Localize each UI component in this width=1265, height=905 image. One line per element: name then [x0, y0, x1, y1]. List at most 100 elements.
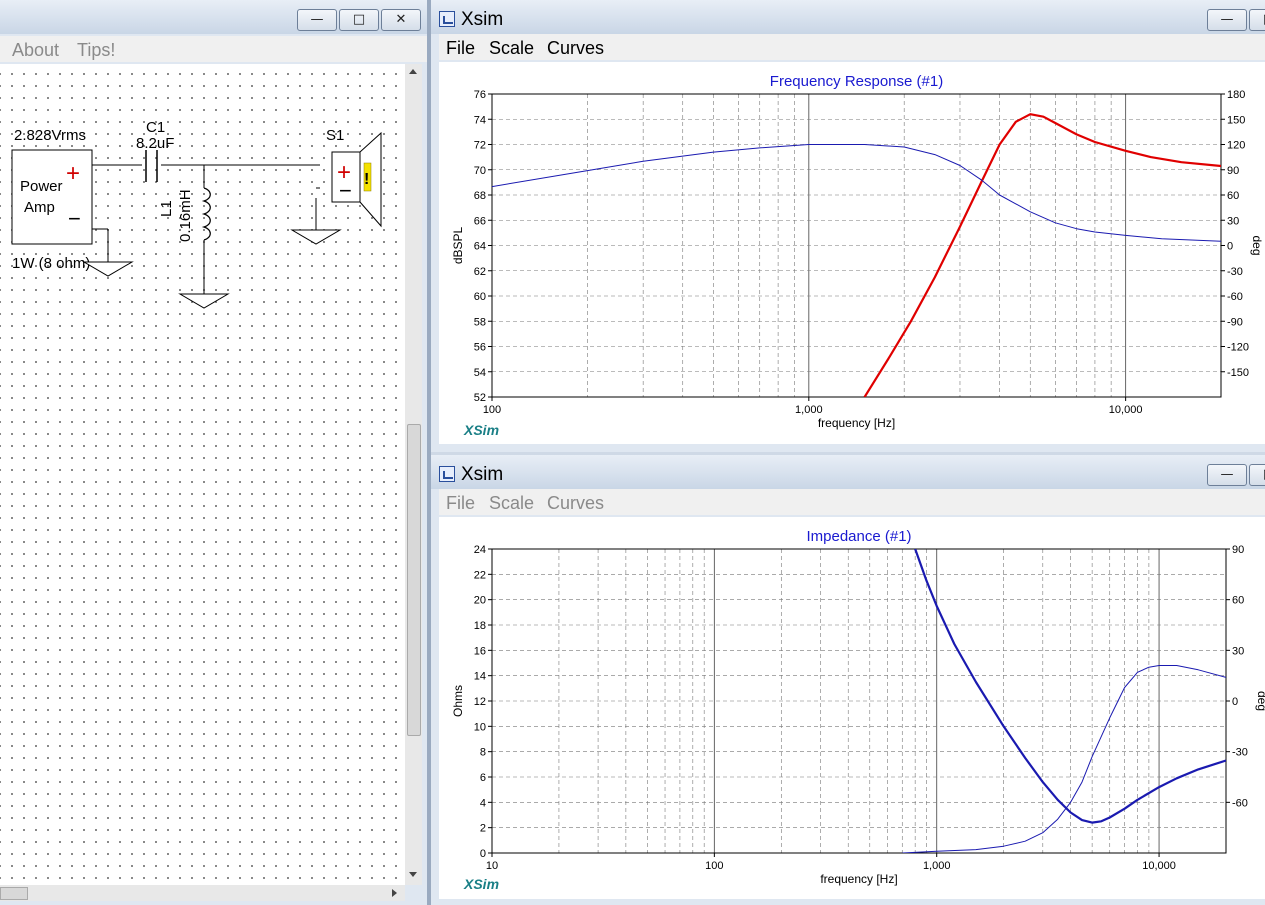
impedance-chart[interactable]: Impedance (#1)024681012141618202224-60-3… [439, 517, 1265, 899]
h-scroll-thumb[interactable] [0, 887, 28, 900]
impedance-menubar: File Scale Curves [439, 489, 1265, 515]
maximize-button[interactable]: □ [1249, 9, 1265, 31]
scroll-down-arrow[interactable] [409, 872, 417, 877]
y-tick-label: 76 [474, 89, 486, 101]
horizontal-scrollbar[interactable] [0, 885, 405, 901]
y2-tick-label: -90 [1227, 316, 1243, 328]
frequency-chart[interactable]: Frequency Response (#1) 52 54 56 58 60 62 64 66 6… [439, 62, 1265, 444]
y2-tick-label: 150 [1227, 114, 1245, 126]
x-tick-label: 100 [483, 404, 501, 416]
y-tick-label: 62 [474, 266, 486, 278]
y2-tick-label: -60 [1232, 797, 1248, 809]
menu-tips[interactable]: Tips! [77, 40, 115, 61]
y-tick-label: 12 [474, 696, 486, 708]
y-axis-label: dBSPL [451, 226, 465, 264]
vertical-scrollbar[interactable] [405, 64, 422, 885]
inductor-l1[interactable] [201, 187, 211, 241]
y2-axis-label: deg [1255, 691, 1265, 711]
schematic-window: — □ ✕ About Tips! Power Amp + − 2.828Vrm… [0, 0, 427, 905]
frequency-menubar: File Scale Curves [439, 34, 1265, 60]
menu-about[interactable]: About [12, 40, 59, 61]
capacitor-c1[interactable] [145, 150, 158, 182]
y2-tick-label: 180 [1227, 89, 1245, 101]
ground-amp [82, 261, 134, 277]
maximize-button[interactable]: □ [339, 9, 379, 31]
amp-plus-terminal: + [66, 160, 80, 187]
y-tick-label: 20 [474, 595, 486, 607]
close-icon: ✕ [395, 12, 407, 27]
y2-tick-label: 90 [1232, 544, 1244, 556]
y-tick-label: 18 [474, 620, 486, 632]
y2-tick-label: 90 [1227, 165, 1239, 177]
xsim-brand: XSim [464, 876, 500, 892]
ground-speaker [290, 229, 342, 245]
menu-curves[interactable]: Curves [547, 493, 604, 514]
y-tick-label: 52 [474, 392, 486, 404]
y-tick-label: 60 [474, 291, 486, 303]
maximize-icon: □ [352, 12, 366, 27]
minimize-icon: — [1220, 467, 1234, 482]
y-tick-label: 22 [474, 569, 486, 581]
schematic-menubar: About Tips! [0, 36, 427, 62]
menu-scale[interactable]: Scale [489, 493, 534, 514]
y2-tick-label: 30 [1227, 215, 1239, 227]
scroll-thumb[interactable] [407, 424, 421, 736]
y2-tick-label: 30 [1232, 645, 1244, 657]
y-tick-label: 54 [474, 367, 486, 379]
l1-value: 0.16mH [177, 189, 194, 242]
speaker-warning-mark: ! [364, 171, 369, 188]
menu-file[interactable]: File [446, 38, 475, 59]
source-voltage-label: 2.828Vrms [14, 127, 86, 144]
xsim-app-icon [439, 11, 455, 27]
y2-tick-label: -30 [1227, 266, 1243, 278]
power-amp-label-2: Amp [24, 199, 55, 216]
y-tick-label: 6 [480, 772, 486, 784]
minimize-button[interactable]: — [297, 9, 337, 31]
x-tick-label: 100 [705, 860, 723, 872]
scroll-up-arrow[interactable] [409, 69, 417, 74]
x-axis-label: frequency [Hz] [820, 872, 897, 886]
power-amp-label-1: Power [20, 178, 63, 195]
chart-title: Frequency Response (#1) [770, 73, 943, 90]
menu-curves[interactable]: Curves [547, 38, 604, 59]
amp-minus-terminal: − [68, 206, 81, 231]
series-line-phase [492, 144, 1221, 242]
xsim-brand: XSim [464, 422, 500, 438]
impedance-window: Xsim — □ File Scale Curves Impedance (#1… [431, 455, 1265, 905]
y-tick-label: 16 [474, 645, 486, 657]
series-line-phase [902, 665, 1226, 853]
window-title: Xsim [461, 464, 504, 485]
y2-tick-label: 120 [1227, 140, 1245, 152]
y-tick-label: 2 [480, 823, 486, 835]
y-tick-label: 64 [474, 241, 486, 253]
chart-title: Impedance (#1) [806, 528, 911, 545]
y-tick-label: 8 [480, 747, 486, 759]
menu-scale[interactable]: Scale [489, 38, 534, 59]
maximize-icon: □ [1250, 467, 1265, 482]
maximize-button[interactable]: □ [1249, 464, 1265, 486]
speaker-label: S1 [326, 127, 344, 144]
y-tick-label: 56 [474, 342, 486, 354]
y-tick-label: 70 [474, 165, 486, 177]
impedance-titlebar [431, 455, 1265, 489]
y2-axis-label: deg [1250, 235, 1264, 255]
y-tick-label: 68 [474, 190, 486, 202]
y2-tick-label: 60 [1232, 595, 1244, 607]
minimize-button[interactable]: — [1207, 9, 1247, 31]
x-axis-label: frequency [Hz] [818, 416, 895, 430]
close-button[interactable]: ✕ [381, 9, 421, 31]
series-line-magnitude [863, 113, 1221, 397]
x-tick-label: 10,000 [1142, 860, 1176, 872]
impedance-plot-pane: Impedance (#1) 0 2 4 6 8 10 12 14 16 18 20 22 24 -60 -3… [439, 517, 1265, 899]
y-tick-label: 14 [474, 671, 486, 683]
schematic-canvas[interactable]: Power Amp + − 2.828Vrms 1W (8 ohm) C1 8.… [0, 64, 405, 885]
y-tick-label: 4 [480, 797, 486, 809]
scroll-right-arrow[interactable] [392, 889, 397, 897]
y-tick-label: 24 [474, 544, 486, 556]
menu-file[interactable]: File [446, 493, 475, 514]
y2-tick-label: -30 [1232, 747, 1248, 759]
minimize-button[interactable]: — [1207, 464, 1247, 486]
c1-label: C1 [146, 119, 165, 136]
y2-tick-label: -120 [1227, 342, 1249, 354]
y-tick-label: 66 [474, 215, 486, 227]
